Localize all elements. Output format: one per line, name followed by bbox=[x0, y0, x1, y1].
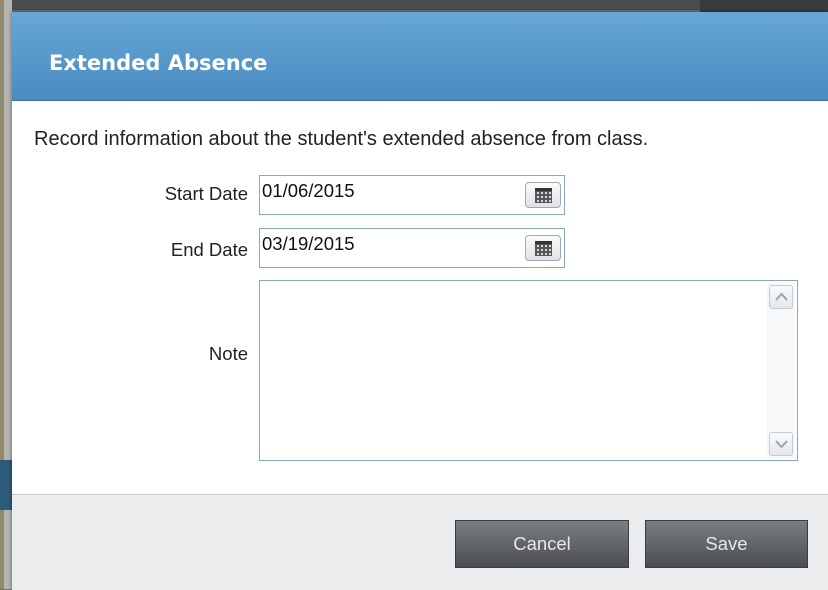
save-button[interactable]: Save bbox=[645, 520, 808, 568]
extended-absence-dialog: Extended Absence Record information abou… bbox=[12, 12, 828, 590]
dialog-intro-text: Record information about the student's e… bbox=[34, 128, 649, 150]
note-scrollbar[interactable] bbox=[767, 283, 795, 458]
note-label: Note bbox=[208, 343, 248, 364]
dialog-title: Extended Absence bbox=[49, 51, 268, 75]
end-date-value[interactable]: 03/19/2015 bbox=[262, 233, 355, 255]
start-date-label: Start Date bbox=[164, 183, 248, 204]
dialog-titlebar[interactable]: Extended Absence bbox=[12, 12, 828, 101]
dialog-footer: Cancel Save bbox=[12, 494, 828, 590]
end-date-label: End Date bbox=[170, 239, 248, 260]
scroll-up-button[interactable] bbox=[769, 285, 793, 309]
end-date-field[interactable]: 03/19/2015 bbox=[259, 228, 565, 268]
scroll-down-button[interactable] bbox=[769, 432, 793, 456]
start-date-calendar-button[interactable] bbox=[525, 182, 561, 208]
end-date-calendar-button[interactable] bbox=[525, 235, 561, 261]
background-left-blue bbox=[0, 460, 12, 510]
start-date-value[interactable]: 01/06/2015 bbox=[262, 180, 355, 202]
note-textarea[interactable] bbox=[259, 280, 798, 461]
start-date-field[interactable]: 01/06/2015 bbox=[259, 175, 565, 215]
cancel-button[interactable]: Cancel bbox=[455, 520, 629, 568]
